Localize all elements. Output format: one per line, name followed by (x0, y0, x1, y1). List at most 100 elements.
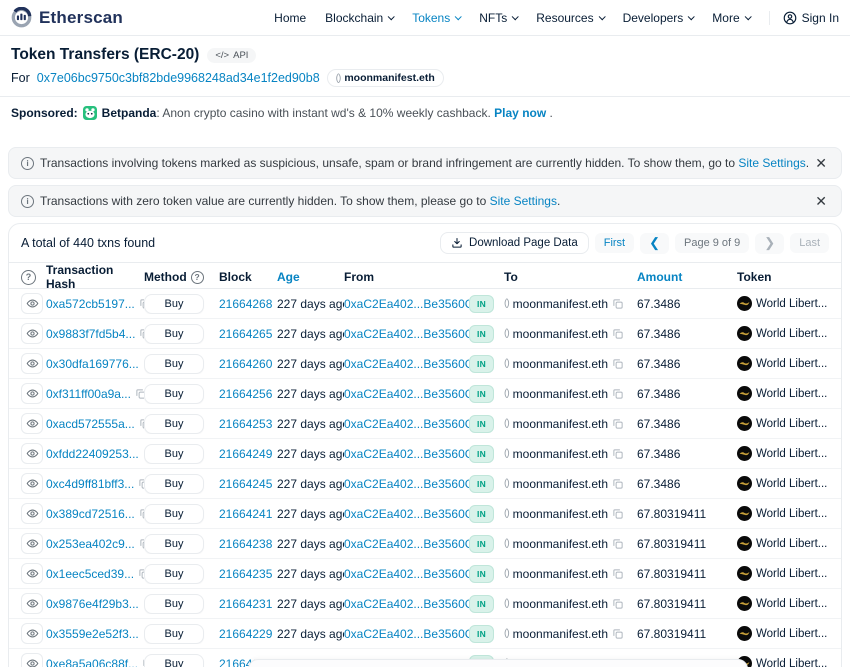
to-ens-link[interactable]: moonmanifest.eth (513, 447, 608, 461)
tx-hash-link[interactable]: 0x253ea402c9... (46, 537, 135, 551)
block-link[interactable]: 21664265 (219, 327, 272, 341)
block-link[interactable]: 21664238 (219, 537, 272, 551)
method-help-icon[interactable]: ? (191, 271, 204, 284)
copy-icon[interactable] (612, 388, 624, 400)
copy-icon[interactable] (612, 358, 624, 370)
to-ens-link[interactable]: moonmanifest.eth (513, 507, 608, 521)
preview-eye-button[interactable] (21, 293, 43, 314)
etherscan-logo[interactable]: Etherscan (11, 7, 123, 28)
method-button[interactable]: Buy (144, 444, 204, 464)
close-icon[interactable]: ✕ (813, 192, 829, 210)
copy-icon[interactable] (612, 628, 624, 640)
from-address-link[interactable]: 0xaC2Ea402...Be3560C22 (344, 447, 469, 461)
tx-hash-link[interactable]: 0x389cd72516... (46, 507, 135, 521)
tx-hash-link[interactable]: 0x1eec5ced39... (46, 567, 134, 581)
site-settings-link[interactable]: Site Settings (738, 156, 805, 170)
to-ens-link[interactable]: moonmanifest.eth (513, 327, 608, 341)
copy-icon[interactable] (612, 418, 624, 430)
from-address-link[interactable]: 0xaC2Ea402...Be3560C22 (344, 387, 469, 401)
from-address-link[interactable]: 0xaC2Ea402...Be3560C22 (344, 567, 469, 581)
token-name-link[interactable]: World Libert... (756, 568, 827, 580)
method-button[interactable]: Buy (144, 354, 204, 374)
block-link[interactable]: 21664229 (219, 627, 272, 641)
sign-in-button[interactable]: Sign In (769, 11, 839, 25)
to-ens-link[interactable]: moonmanifest.eth (513, 387, 608, 401)
pagination-next-button[interactable]: ❯ (755, 233, 784, 254)
pagination-prev-button[interactable]: ❮ (640, 233, 669, 254)
method-button[interactable]: Buy (144, 564, 204, 584)
token-name-link[interactable]: World Libert... (756, 598, 827, 610)
col-amount-toggle[interactable]: Amount (637, 270, 737, 284)
from-address-link[interactable]: 0xaC2Ea402...Be3560C22 (344, 297, 469, 311)
copy-icon[interactable] (612, 568, 624, 580)
block-link[interactable]: 21664231 (219, 597, 272, 611)
method-button[interactable]: Buy (144, 654, 204, 667)
token-name-link[interactable]: World Libert... (756, 328, 827, 340)
ens-name-pill[interactable]: () moonmanifest.eth (327, 69, 444, 87)
from-address-link[interactable]: 0xaC2Ea402...Be3560C22 (344, 327, 469, 341)
from-address-link[interactable]: 0xaC2Ea402...Be3560C22 (344, 507, 469, 521)
preview-eye-button[interactable] (21, 383, 43, 404)
method-button[interactable]: Buy (144, 294, 204, 314)
copy-icon[interactable] (612, 538, 624, 550)
block-link[interactable]: 21664249 (219, 447, 272, 461)
from-address-link[interactable]: 0xaC2Ea402...Be3560C22 (344, 417, 469, 431)
from-address-link[interactable]: 0xaC2Ea402...Be3560C22 (344, 627, 469, 641)
from-address-link[interactable]: 0xaC2Ea402...Be3560C22 (344, 537, 469, 551)
copy-icon[interactable] (612, 598, 624, 610)
preview-eye-button[interactable] (21, 653, 43, 667)
copy-icon[interactable] (612, 478, 624, 490)
preview-eye-button[interactable] (21, 473, 43, 494)
method-button[interactable]: Buy (144, 414, 204, 434)
block-link[interactable]: 21664260 (219, 357, 272, 371)
from-address-link[interactable]: 0xaC2Ea402...Be3560C22 (344, 357, 469, 371)
preview-eye-button[interactable] (21, 353, 43, 374)
tx-hash-link[interactable]: 0xc4d9ff81bff3... (46, 477, 134, 491)
token-name-link[interactable]: World Libert... (756, 418, 827, 430)
api-badge[interactable]: </> API (207, 48, 256, 63)
token-name-link[interactable]: World Libert... (756, 658, 827, 667)
tx-hash-link[interactable]: 0xf311ff00a9a... (46, 387, 131, 401)
block-link[interactable]: 21664235 (219, 567, 272, 581)
preview-eye-button[interactable] (21, 503, 43, 524)
tx-hash-link[interactable]: 0xe8a5a06c88f... (46, 657, 138, 667)
to-ens-link[interactable]: moonmanifest.eth (513, 477, 608, 491)
token-name-link[interactable]: World Libert... (756, 388, 827, 400)
nav-item-blockchain[interactable]: Blockchain (325, 11, 393, 25)
tx-hash-link[interactable]: 0x30dfa169776... (46, 357, 139, 371)
copy-icon[interactable] (612, 508, 624, 520)
tx-hash-link[interactable]: 0xa572cb5197... (46, 297, 135, 311)
method-button[interactable]: Buy (144, 624, 204, 644)
from-address-link[interactable]: 0xaC2Ea402...Be3560C22 (344, 597, 469, 611)
play-now-link[interactable]: Play now (494, 106, 546, 120)
preview-eye-button[interactable] (21, 563, 43, 584)
nav-item-nfts[interactable]: NFTs (479, 11, 517, 25)
copy-icon[interactable] (612, 328, 624, 340)
block-link[interactable]: 21664268 (219, 297, 272, 311)
nav-item-developers[interactable]: Developers (623, 11, 694, 25)
nav-item-more[interactable]: More (712, 11, 749, 25)
token-name-link[interactable]: World Libert... (756, 508, 827, 520)
copy-icon[interactable] (612, 448, 624, 460)
to-ens-link[interactable]: moonmanifest.eth (513, 567, 608, 581)
preview-eye-button[interactable] (21, 443, 43, 464)
token-name-link[interactable]: World Libert... (756, 478, 827, 490)
to-ens-link[interactable]: moonmanifest.eth (513, 417, 608, 431)
block-link[interactable]: 21664256 (219, 387, 272, 401)
method-button[interactable]: Buy (144, 504, 204, 524)
preview-eye-button[interactable] (21, 413, 43, 434)
preview-eye-button[interactable] (21, 533, 43, 554)
to-ens-link[interactable]: moonmanifest.eth (513, 357, 608, 371)
method-button[interactable]: Buy (144, 534, 204, 554)
preview-eye-button[interactable] (21, 623, 43, 644)
token-name-link[interactable]: World Libert... (756, 448, 827, 460)
close-icon[interactable]: ✕ (813, 154, 829, 172)
pagination-last-button[interactable]: Last (790, 233, 829, 253)
to-ens-link[interactable]: moonmanifest.eth (513, 537, 608, 551)
method-button[interactable]: Buy (144, 474, 204, 494)
nav-item-home[interactable]: Home (274, 11, 306, 25)
token-name-link[interactable]: World Libert... (756, 628, 827, 640)
col-age-toggle[interactable]: Age (277, 270, 344, 284)
download-page-data-button[interactable]: Download Page Data (440, 232, 589, 254)
pagination-first-button[interactable]: First (595, 233, 634, 253)
